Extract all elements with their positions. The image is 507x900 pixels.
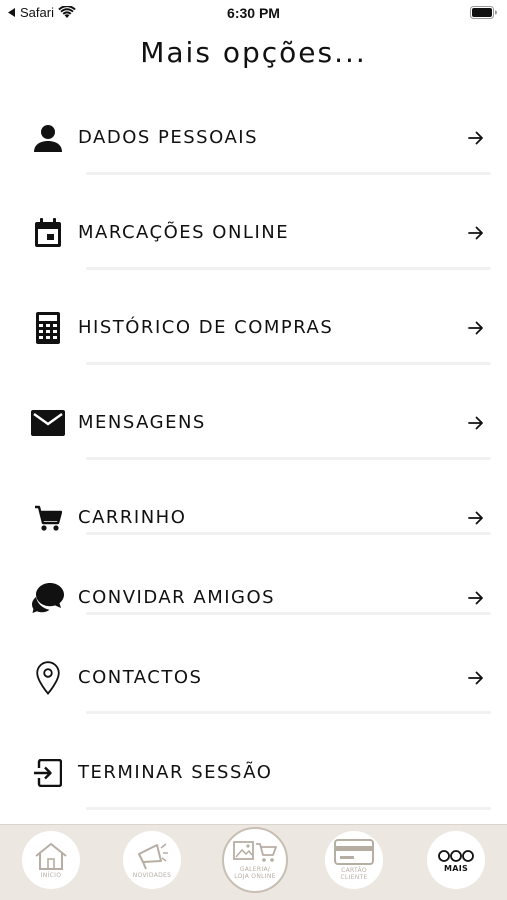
megaphone-icon [138, 842, 168, 869]
divider [86, 807, 491, 810]
menu-item-label: MARCAÇÕES ONLINE [78, 222, 290, 243]
divider [86, 711, 491, 714]
menu-item-mensagens[interactable]: MENSAGENS [0, 405, 507, 475]
bottom-tab-bar: INÍCIO NOVIDADES GALERIA/ LOJA ONLINE CA… [0, 824, 507, 900]
card-icon [334, 839, 374, 865]
divider [86, 532, 491, 535]
menu-item-marcacoes-online[interactable]: MARCAÇÕES ONLINE [0, 215, 507, 285]
menu-item-label: CONTACTOS [78, 667, 203, 688]
menu-item-convidar-amigos[interactable]: CONVIDAR AMIGOS [0, 580, 507, 650]
menu-item-label: MENSAGENS [78, 412, 206, 433]
home-icon [35, 842, 67, 870]
divider [86, 457, 491, 460]
tab-label: CARTÃO CLIENTE [340, 867, 367, 881]
tab-novidades[interactable]: NOVIDADES [123, 831, 181, 889]
menu-item-label: CONVIDAR AMIGOS [78, 587, 276, 608]
menu-item-label: CARRINHO [78, 507, 187, 528]
tab-label-line1: CARTÃO [341, 867, 367, 874]
tab-galeria-loja-online[interactable]: GALERIA/ LOJA ONLINE [222, 827, 288, 893]
logout-icon [30, 755, 66, 791]
chat-bubbles-icon [30, 580, 66, 616]
divider [86, 267, 491, 270]
arrow-right-icon [462, 120, 490, 156]
divider [86, 362, 491, 365]
calculator-icon [30, 310, 66, 346]
gallery-cart-icon [233, 841, 277, 862]
tab-label-line2: CLIENTE [340, 874, 368, 881]
menu-item-contactos[interactable]: CONTACTOS [0, 660, 507, 730]
divider [86, 172, 491, 175]
tab-label-line2: LOJA ONLINE [234, 873, 276, 880]
menu-item-label: TERMINAR SESSÃO [78, 762, 273, 783]
status-bar: Safari 6:30 PM [0, 0, 507, 26]
menu-item-label: DADOS PESSOAIS [78, 127, 259, 148]
battery-icon [470, 6, 497, 19]
status-time: 6:30 PM [227, 5, 280, 21]
tab-label: NOVIDADES [132, 871, 172, 879]
arrow-right-icon [462, 215, 490, 251]
page-title: Mais opções... [140, 36, 367, 69]
location-pin-icon [30, 660, 66, 696]
menu-item-historico-de-compras[interactable]: HISTÓRICO DE COMPRAS [0, 310, 507, 380]
tab-cartao-cliente[interactable]: CARTÃO CLIENTE [325, 831, 383, 889]
menu-item-terminar-sessao[interactable]: TERMINAR SESSÃO [0, 755, 507, 825]
more-dots-icon [438, 849, 474, 862]
envelope-icon [30, 405, 66, 441]
tab-label: MAIS [443, 863, 469, 873]
tab-label-line1: GALERIA/ [239, 866, 271, 873]
tab-inicio[interactable]: INÍCIO [22, 831, 80, 889]
arrow-right-icon [462, 310, 490, 346]
divider [86, 612, 491, 615]
menu-item-dados-pessoais[interactable]: DADOS PESSOAIS [0, 120, 507, 190]
arrow-right-icon [462, 580, 490, 616]
person-icon [30, 120, 66, 156]
menu-item-label: HISTÓRICO DE COMPRAS [78, 317, 334, 338]
arrow-right-icon [462, 405, 490, 441]
cart-icon [30, 500, 66, 536]
tab-label: GALERIA/ LOJA ONLINE [234, 866, 275, 880]
arrow-right-icon [462, 500, 490, 536]
tab-mais[interactable]: MAIS [427, 831, 485, 889]
tab-label: INÍCIO [40, 871, 62, 879]
arrow-right-icon [462, 660, 490, 696]
calendar-icon [30, 215, 66, 251]
menu-item-carrinho[interactable]: CARRINHO [0, 500, 507, 570]
